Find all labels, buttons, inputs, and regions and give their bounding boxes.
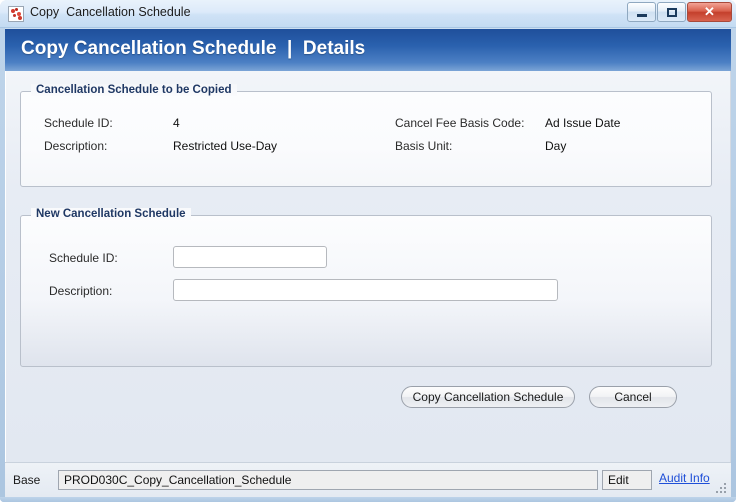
label-copied-description: Description:: [44, 139, 108, 153]
window-frame-right: [731, 28, 736, 502]
window-controls: ✕: [626, 2, 732, 22]
status-edit-button[interactable]: Edit: [602, 470, 652, 490]
copy-cancellation-schedule-button[interactable]: Copy Cancellation Schedule: [401, 386, 575, 408]
title-bar: Copy Cancellation Schedule ✕: [0, 0, 736, 28]
label-new-description: Description:: [49, 284, 113, 298]
group-legend-new: New Cancellation Schedule: [31, 208, 191, 220]
application-window: Copy Cancellation Schedule ✕ Copy Cancel…: [0, 0, 736, 502]
group-new-cancellation-schedule: New Cancellation Schedule Schedule ID: D…: [20, 208, 712, 408]
restore-button[interactable]: [657, 2, 686, 22]
group-cancellation-schedule-to-be-copied: Cancellation Schedule to be Copied Sched…: [20, 84, 712, 187]
value-copied-schedule-id: 4: [173, 116, 180, 130]
restore-icon: [666, 7, 677, 17]
resize-grip-icon[interactable]: [714, 481, 726, 493]
new-description-input[interactable]: [173, 279, 558, 301]
label-new-schedule-id: Schedule ID:: [49, 251, 118, 265]
status-bar: Base PROD030C_Copy_Cancellation_Schedule…: [5, 462, 731, 497]
label-cancel-fee-basis-code: Cancel Fee Basis Code:: [395, 116, 525, 130]
window-title: Copy Cancellation Schedule: [30, 5, 191, 19]
status-base-label: Base: [13, 473, 41, 487]
label-basis-unit: Basis Unit:: [395, 139, 453, 153]
value-basis-unit: Day: [545, 139, 567, 153]
status-base-value[interactable]: PROD030C_Copy_Cancellation_Schedule: [58, 470, 598, 490]
cancel-button[interactable]: Cancel: [589, 386, 677, 408]
app-berries-icon: [8, 6, 24, 22]
value-cancel-fee-basis-code: Ad Issue Date: [545, 116, 621, 130]
close-button[interactable]: ✕: [687, 2, 732, 22]
page-title: Copy Cancellation Schedule | Details: [21, 38, 366, 59]
group-legend-copied: Cancellation Schedule to be Copied: [31, 84, 237, 96]
close-icon: ✕: [704, 4, 715, 19]
value-copied-description: Restricted Use-Day: [173, 139, 278, 153]
page-header-band: Copy Cancellation Schedule | Details: [5, 29, 731, 71]
minimize-icon: [636, 13, 647, 17]
new-schedule-id-input[interactable]: [173, 246, 327, 268]
window-frame-bottom: [0, 497, 736, 502]
main-content: Cancellation Schedule to be Copied Sched…: [5, 71, 731, 462]
label-copied-schedule-id: Schedule ID:: [44, 116, 113, 130]
audit-info-link[interactable]: Audit Info: [659, 471, 710, 485]
minimize-button[interactable]: [627, 2, 656, 22]
